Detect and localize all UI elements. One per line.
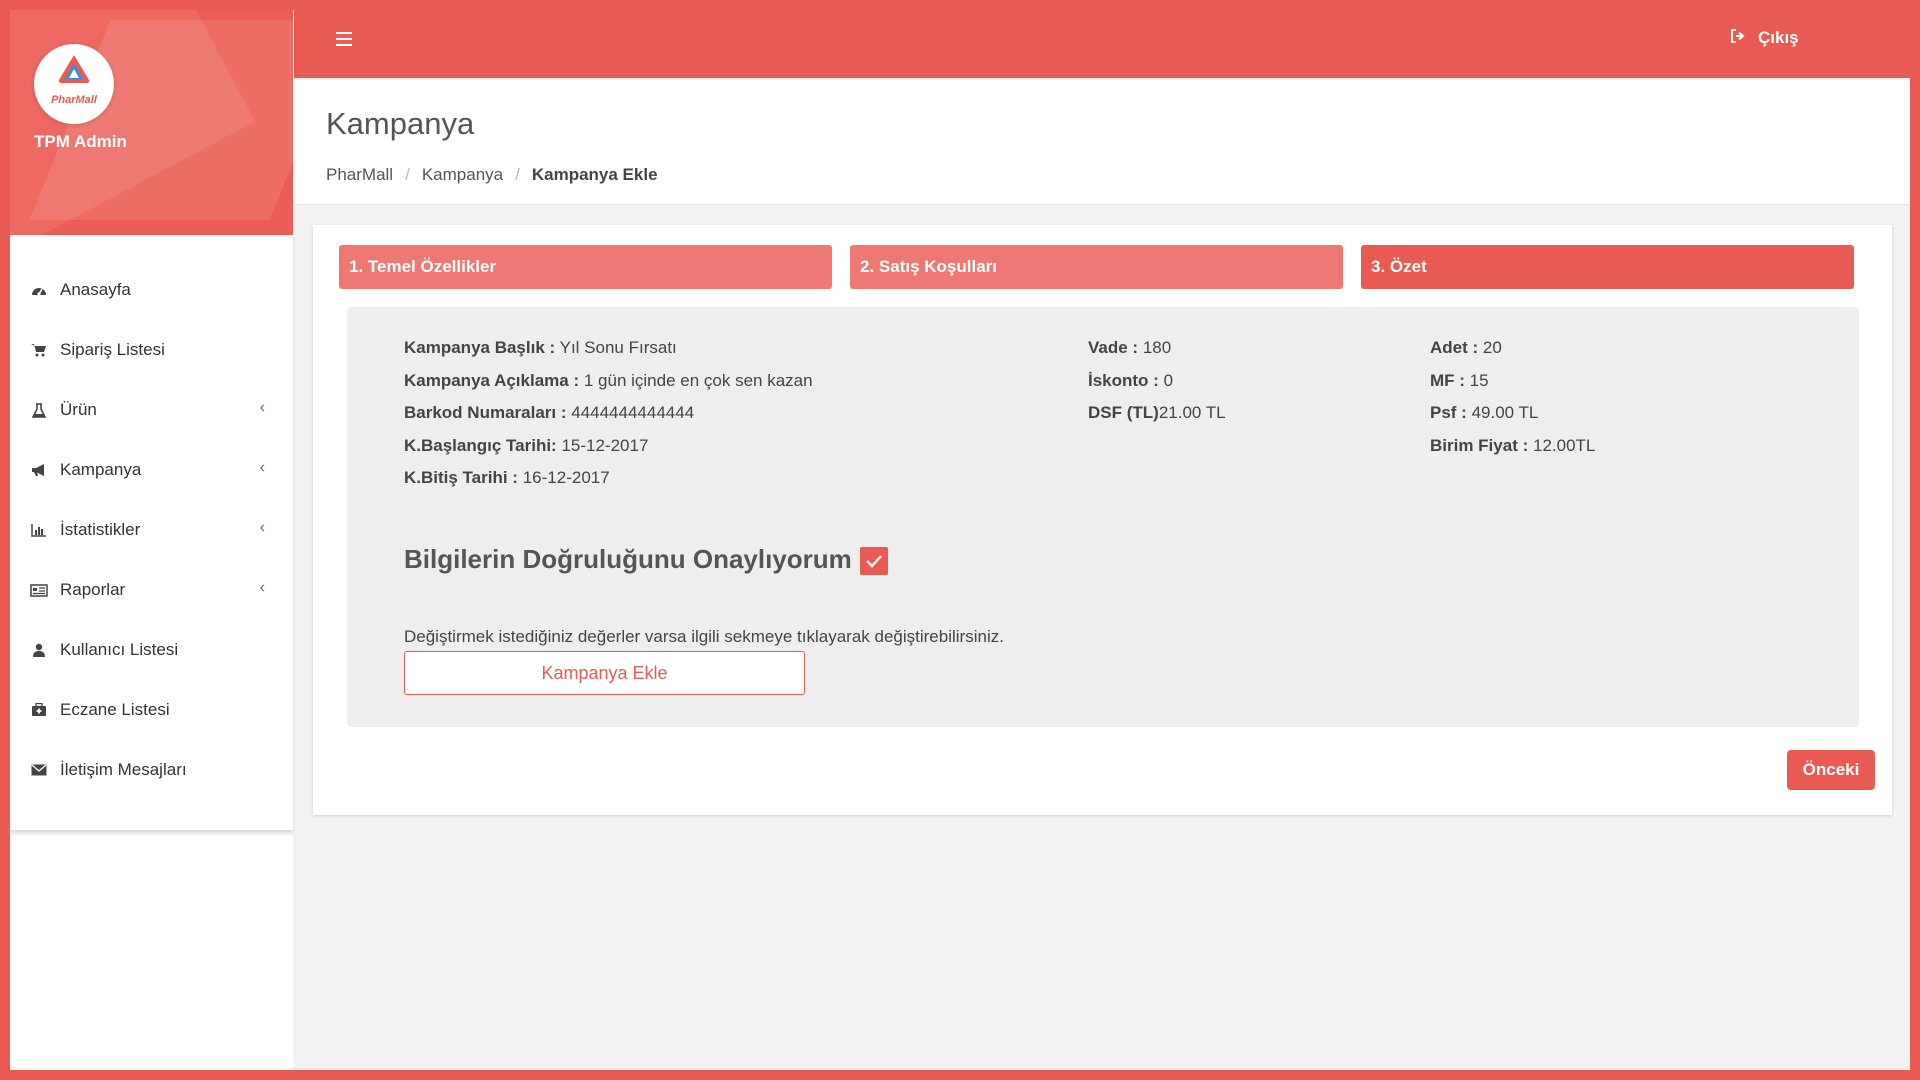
bar-chart-icon [30,523,48,537]
confirm-row: Bilgilerin Doğruluğunu Onaylıyorum [404,543,888,575]
summary-row-aciklama: Kampanya Açıklama : 1 gün içinde en çok … [404,370,813,390]
sidebar-item-label: Anasayfa [60,280,131,299]
edit-hint-text: Değiştirmek istediğiniz değerler varsa i… [404,627,1004,646]
summary-row-iskonto: İskonto : 0 [1088,370,1174,390]
step-tab-temel-ozellikler[interactable]: 1. Temel Özellikler [339,245,832,289]
sidebar: PharMall TPM Admin Anasayfa Sipariş List… [10,10,293,1070]
sidebar-item-kampanya[interactable]: Kampanya ‹ [10,440,293,500]
summary-col-terms: Vade : 180 İskonto : 0 DSF (TL)21.00 TL [1088,332,1226,430]
summary-row-dsf: DSF (TL)21.00 TL [1088,403,1226,422]
sign-out-icon [1730,29,1746,47]
summary-row-vade: Vade : 180 [1088,338,1172,357]
dashboard-icon [30,283,48,297]
summary-row-mf: MF : 15 [1430,370,1489,390]
chevron-left-icon: ‹ [259,519,265,536]
checkmark-icon [865,555,882,568]
breadcrumb-kampanya[interactable]: Kampanya [422,165,503,184]
confirm-checkbox[interactable] [859,547,888,575]
sidebar-item-label: Ürün [60,400,97,419]
top-navbar: Çıkış [294,10,1910,78]
chevron-left-icon: ‹ [259,459,265,476]
sidebar-item-eczane-listesi[interactable]: Eczane Listesi [10,680,293,740]
summary-col-campaign: Kampanya Başlık : Yıl Sonu Fırsatı Kampa… [404,332,813,495]
cart-icon [30,343,48,357]
report-icon [30,583,48,597]
sidebar-item-label: Eczane Listesi [60,700,170,719]
sidebar-item-siparis-listesi[interactable]: Sipariş Listesi [10,320,293,380]
envelope-icon [30,764,48,776]
sidebar-item-label: İstatistikler [60,520,141,539]
breadcrumb-kampanya-ekle: Kampanya Ekle [531,165,658,184]
sidebar-item-raporlar[interactable]: Raporlar ‹ [10,560,293,620]
summary-row-bitis: K.Bitiş Tarihi : 16-12-2017 [404,468,610,487]
step-tab-ozet[interactable]: 3. Özet [1361,245,1854,289]
sidebar-item-label: Kampanya [60,460,142,479]
user-icon [30,643,48,657]
sidebar-item-istatistikler[interactable]: İstatistikler ‹ [10,500,293,560]
chevron-left-icon: ‹ [259,399,265,416]
logout-label: Çıkış [1758,28,1799,47]
summary-row-baslik: Kampanya Başlık : Yıl Sonu Fırsatı [404,338,677,357]
previous-button[interactable]: Önceki [1787,750,1875,790]
page-title: Kampanya [326,106,475,141]
campaign-wizard-card: 1. Temel Özellikler 2. Satış Koşulları 3… [313,225,1892,815]
logout-button[interactable]: Çıkış [1730,28,1799,48]
summary-row-baslangic: K.Başlangıç Tarihi: 15-12-2017 [404,435,649,455]
sidebar-item-label: Sipariş Listesi [60,340,165,359]
summary-row-adet: Adet : 20 [1430,338,1502,357]
chevron-left-icon: ‹ [259,579,265,596]
summary-col-pricing: Adet : 20 MF : 15 Psf : 49.00 TL Birim F… [1430,332,1595,462]
sidebar-item-kullanici-listesi[interactable]: Kullanıcı Listesi [10,620,293,680]
pharmall-logo[interactable]: PharMall [34,44,114,124]
sidebar-item-label: Raporlar [60,580,126,599]
page-header: Kampanya PharMall / Kampanya / Kampanya Ekle [294,80,1910,205]
sidebar-item-iletisim-mesajlari[interactable]: İletişim Mesajları [10,740,293,800]
summary-row-birim-fiyat: Birim Fiyat : 12.00TL [1430,435,1596,455]
sidebar-item-label: İletişim Mesajları [60,760,187,779]
app-frame: PharMall TPM Admin Anasayfa Sipariş List… [10,10,1910,1070]
breadcrumb-pharmall[interactable]: PharMall [326,165,393,184]
brand-panel: PharMall TPM Admin [10,10,293,235]
sidebar-menu: Anasayfa Sipariş Listesi Ürün ‹ Kampanya… [10,235,293,830]
step-tab-satis-kosullari[interactable]: 2. Satış Koşulları [850,245,1343,289]
sidebar-item-label: Kullanıcı Listesi [60,640,179,659]
logo-text: PharMall [51,94,97,106]
sidebar-item-urun[interactable]: Ürün ‹ [10,380,293,440]
kampanya-ekle-button[interactable]: Kampanya Ekle [404,651,805,695]
sidebar-footer [10,835,293,1070]
summary-row-barkod: Barkod Numaraları : 4444444444444 [404,403,695,422]
sidebar-item-anasayfa[interactable]: Anasayfa [10,260,293,320]
summary-row-psf: Psf : 49.00 TL [1430,403,1539,422]
bullhorn-icon [30,463,48,477]
medkit-icon [30,703,48,717]
confirm-label: Bilgilerin Doğruluğunu Onaylıyorum [404,543,852,574]
summary-panel: Kampanya Başlık : Yıl Sonu Fırsatı Kampa… [347,307,1859,727]
breadcrumb: PharMall / Kampanya / Kampanya Ekle [326,165,658,184]
flask-icon [30,402,48,418]
hamburger-menu-icon[interactable] [336,32,352,46]
brand-name: TPM Admin [34,132,127,151]
logo-mark-icon [58,55,90,83]
